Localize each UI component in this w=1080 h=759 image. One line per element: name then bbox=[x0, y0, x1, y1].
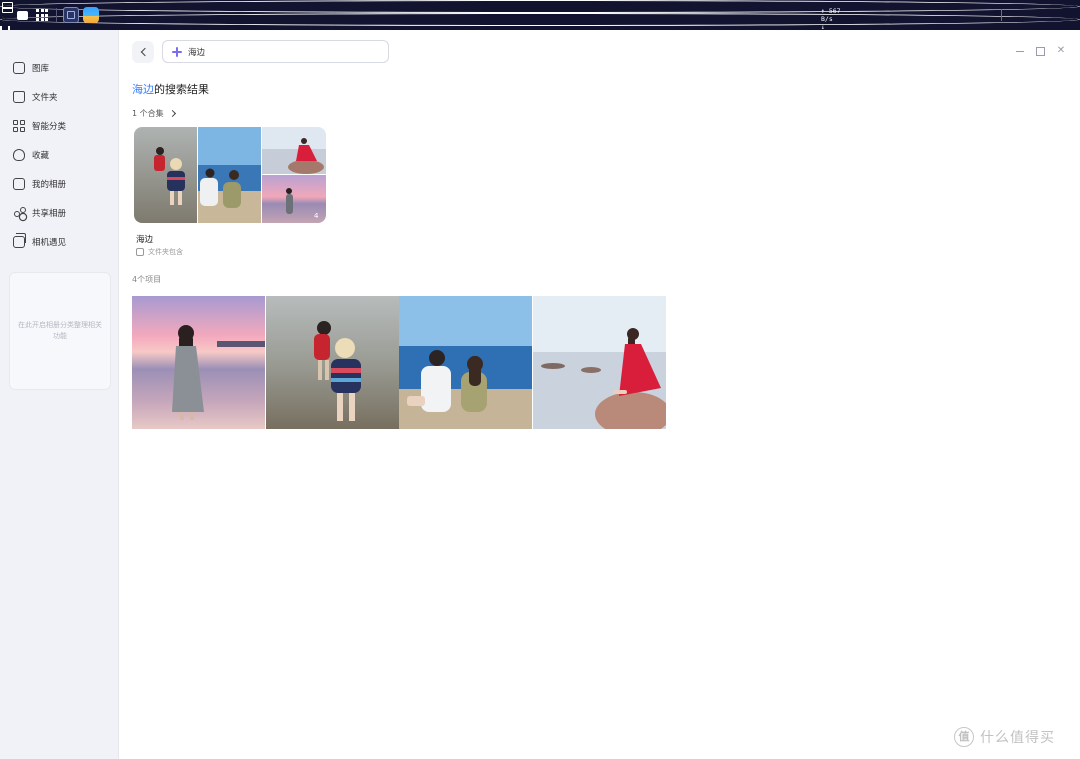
sidebar-item-label: 相机遇见 bbox=[32, 238, 67, 248]
album-subtitle: 文件夹包含 bbox=[136, 247, 183, 257]
sidebar-item-label: 图库 bbox=[32, 64, 50, 74]
album-thumb-couple bbox=[198, 127, 261, 223]
ai-sparkle-icon bbox=[172, 46, 182, 57]
sidebar-item-my-albums[interactable]: 我的相册 bbox=[0, 172, 118, 196]
folder-icon bbox=[13, 91, 25, 103]
sidebar-item-favorites[interactable]: 收藏 bbox=[0, 143, 118, 167]
image-icon bbox=[13, 62, 25, 74]
sidebar-info-card: 在此开启相册分类整理相关功能 bbox=[9, 272, 111, 390]
search-keyword: 海边 bbox=[132, 83, 154, 96]
search-box[interactable] bbox=[162, 40, 389, 63]
file-manager-app-icon[interactable] bbox=[63, 7, 79, 23]
watermark-text: 什么值得买 bbox=[980, 730, 1055, 746]
svg-text:4: 4 bbox=[314, 212, 319, 220]
sidebar-item-shared-albums[interactable]: 共享相册 bbox=[0, 201, 118, 225]
watermark: 值 什么值得买 bbox=[954, 727, 1055, 747]
chat-icon[interactable] bbox=[14, 7, 30, 23]
window-maximize-button[interactable] bbox=[1035, 46, 1045, 56]
category-grid-icon bbox=[13, 120, 25, 132]
sidebar-item-camera[interactable]: 相机遇见 bbox=[0, 230, 118, 254]
album-subtitle-text: 文件夹包含 bbox=[148, 248, 183, 256]
app-grid-icon[interactable] bbox=[34, 7, 50, 23]
sidebar-item-label: 智能分类 bbox=[32, 122, 67, 132]
info-icon[interactable]: ! bbox=[0, 13, 1080, 26]
sidebar-item-gallery[interactable]: 图库 bbox=[0, 56, 118, 80]
album-count-label: 1 个合集 bbox=[132, 109, 164, 118]
chevron-left-icon bbox=[140, 47, 149, 57]
sidebar-card-text: 在此开启相册分类整理相关功能 bbox=[18, 321, 102, 340]
watermark-logo: 值 bbox=[954, 727, 974, 747]
sidebar-item-label: 收藏 bbox=[32, 151, 50, 161]
topbar-divider bbox=[56, 8, 57, 22]
back-button[interactable] bbox=[132, 41, 154, 63]
album-thumb-children bbox=[134, 127, 197, 223]
main-content: ✕ 海边的搜索结果 1 个合集 bbox=[119, 30, 1080, 759]
photos-app-icon[interactable] bbox=[83, 7, 99, 23]
sidebar-item-label: 共享相册 bbox=[32, 209, 67, 219]
sidebar-item-label: 我的相册 bbox=[32, 180, 67, 190]
album-card[interactable]: 4 bbox=[134, 127, 326, 223]
album-thumb-red-dress bbox=[262, 127, 326, 174]
sidebar: 图库 文件夹 智能分类 收藏 我的相册 共享相册 相机遇见 在此开启相册分类整理… bbox=[0, 30, 119, 759]
search-input[interactable] bbox=[188, 46, 378, 57]
photo-children-beach[interactable] bbox=[266, 296, 399, 429]
network-speed: ↑ 567 B/s ↓ 1.2KB/s bbox=[821, 7, 853, 39]
topbar-divider bbox=[1001, 9, 1002, 21]
folder-mini-icon bbox=[136, 248, 144, 256]
window-close-button[interactable]: ✕ bbox=[1056, 46, 1066, 56]
sidebar-item-smart-categories[interactable]: 智能分类 bbox=[0, 114, 118, 138]
heart-icon bbox=[13, 149, 25, 161]
download-icon[interactable]: ↓ bbox=[0, 0, 1080, 13]
results-title-suffix: 的搜索结果 bbox=[154, 83, 209, 96]
album-count-link[interactable]: 1 个合集 bbox=[132, 108, 176, 119]
photo-red-dress-rock[interactable] bbox=[533, 296, 666, 429]
album-name: 海边 bbox=[136, 235, 154, 245]
album-icon bbox=[13, 178, 25, 190]
sidebar-item-folders[interactable]: 文件夹 bbox=[0, 85, 118, 109]
stack-icon bbox=[13, 233, 26, 248]
photo-sunset-woman[interactable] bbox=[132, 296, 265, 429]
sidebar-item-label: 文件夹 bbox=[32, 93, 58, 103]
share-icon bbox=[13, 207, 26, 219]
window-minimize-button[interactable] bbox=[1015, 46, 1025, 56]
network-upload: ↑ 567 B/s bbox=[821, 7, 841, 23]
photo-couple-sea[interactable] bbox=[399, 296, 532, 429]
system-top-bar: ↓ ! ↑ 567 B/s ↓ 1.2KB/s ✕ bbox=[0, 0, 1080, 110]
album-thumb-sunset: 4 bbox=[262, 175, 326, 223]
results-title: 海边的搜索结果 bbox=[132, 81, 209, 97]
photo-grid bbox=[132, 296, 666, 429]
chevron-right-icon bbox=[168, 109, 176, 118]
item-count: 4个项目 bbox=[132, 275, 162, 284]
